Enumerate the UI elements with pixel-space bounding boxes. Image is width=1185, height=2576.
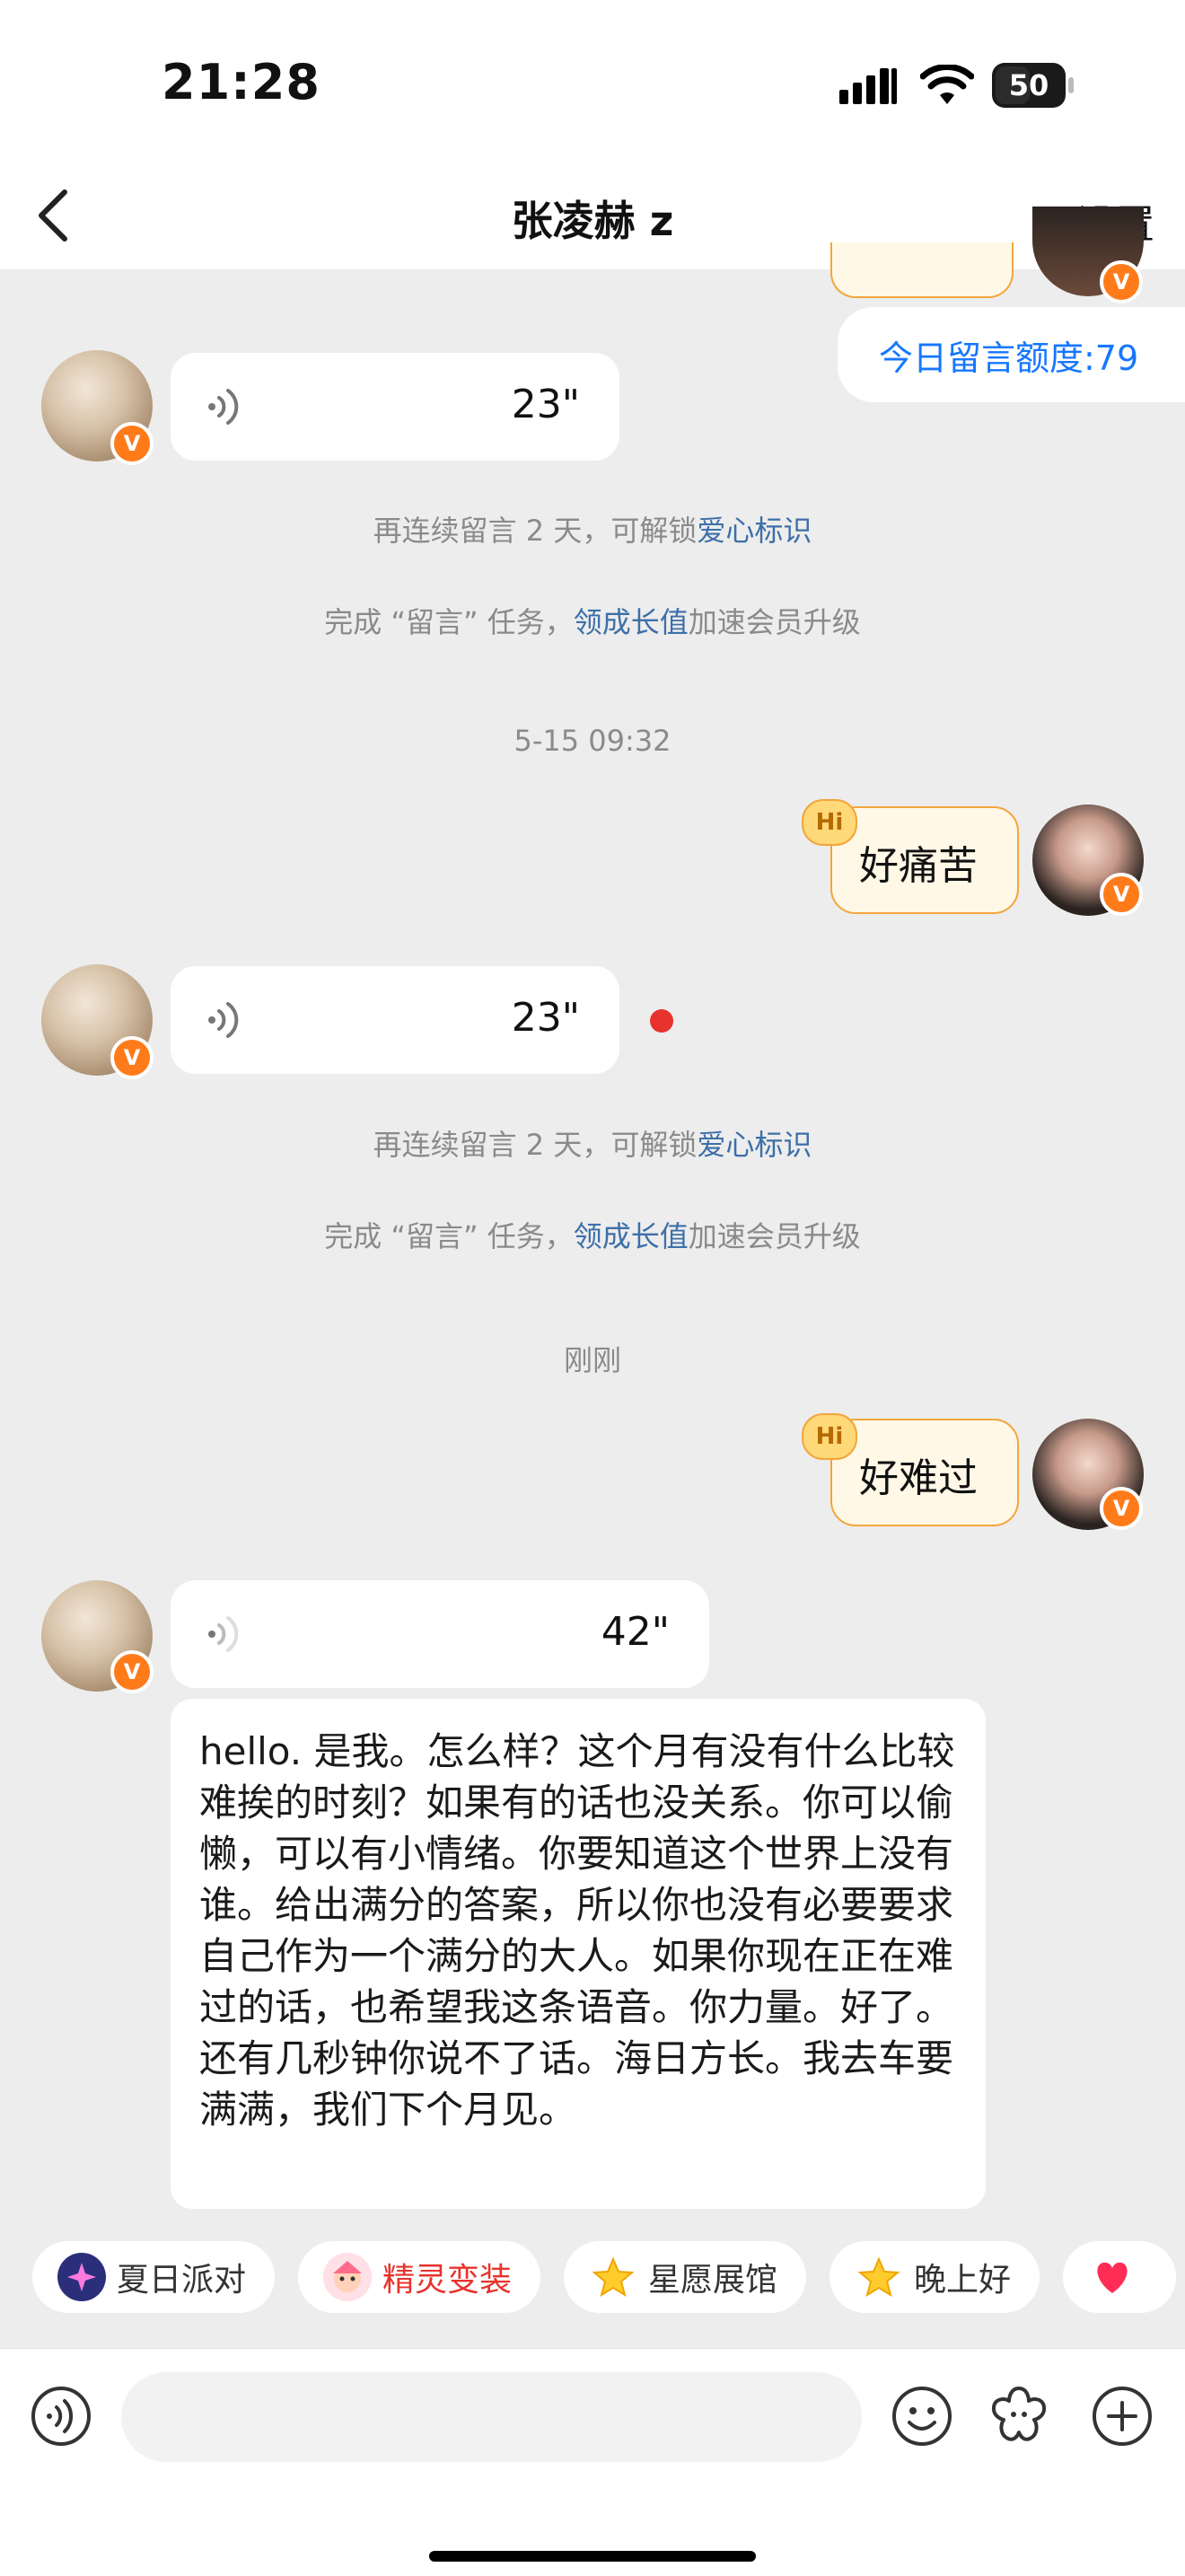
message-input[interactable] (121, 2372, 862, 2462)
unlock-heart-link[interactable]: 爱心标识 (697, 514, 812, 548)
unlock-heart-link[interactable]: 爱心标识 (697, 1128, 812, 1162)
chip-label: 精灵变装 (382, 2262, 513, 2299)
system-notice-text: 完成 “留言” 任务， (324, 1219, 574, 1253)
verified-badge-icon: V (1100, 873, 1143, 916)
sent-message-text: 好痛苦 (859, 843, 978, 889)
quota-pill: 今日留言额度:79 (838, 307, 1185, 402)
battery-cap (1068, 77, 1074, 93)
voice-message-bubble[interactable]: 23" (171, 353, 619, 461)
system-notice-text: 再连续留言 2 天，可解锁 (373, 1128, 698, 1162)
chip-good-evening[interactable]: 晚上好 (830, 2241, 1040, 2313)
input-bar (0, 2348, 1185, 2576)
battery-level: 50 (1008, 68, 1049, 102)
message-timestamp: 刚刚 (563, 1343, 621, 1377)
voice-wave-icon (208, 1616, 239, 1652)
system-notice: 完成 “留言” 任务，领成长值加速会员升级 (0, 600, 1185, 641)
star-icon (855, 2253, 903, 2301)
star-icon (589, 2253, 637, 2301)
system-notice: 再连续留言 2 天，可解锁爱心标识 (0, 1122, 1185, 1164)
chip-heart[interactable] (1063, 2241, 1177, 2313)
battery-icon: 50 (992, 63, 1066, 108)
system-notice-text: 完成 “留言” 任务， (324, 605, 574, 639)
message-timestamp: 5-15 09:32 (514, 724, 672, 758)
status-time: 21:28 (162, 54, 320, 110)
chat-title: 张凌赫 z (511, 197, 674, 245)
voice-wave-icon (208, 389, 239, 425)
wifi-icon (920, 65, 974, 104)
cellular-signal-icon (839, 68, 897, 104)
voice-transcript-text: hello. 是我。怎么样？这个月有没有什么比较难挨的时刻？如果有的话也没关系。… (199, 1729, 955, 2132)
add-icon[interactable] (1091, 2385, 1154, 2448)
verified-badge-icon: V (110, 1036, 154, 1079)
sent-message-bubble[interactable]: 好痛苦 (830, 806, 1019, 914)
status-bar: 21:28 50 (0, 0, 1185, 162)
voice-duration: 42" (601, 1609, 670, 1655)
unread-dot (650, 1009, 673, 1033)
voice-duration: 23" (511, 995, 580, 1041)
hi-badge: Hi (802, 1413, 857, 1460)
system-notice: 完成 “留言” 任务，领成长值加速会员升级 (0, 1214, 1185, 1255)
heart-icon (1088, 2253, 1137, 2301)
chip-label: 晚上好 (914, 2262, 1012, 2299)
voice-transcript-bubble[interactable]: hello. 是我。怎么样？这个月有没有什么比较难挨的时刻？如果有的话也没关系。… (171, 1699, 986, 2209)
verified-badge-icon: V (1100, 1487, 1143, 1530)
chip-label: 夏日派对 (117, 2262, 247, 2299)
growth-value-link[interactable]: 领成长值 (574, 1219, 689, 1253)
home-indicator (429, 2551, 756, 2562)
verified-badge-icon: V (110, 422, 154, 465)
system-notice-text: 加速会员升级 (688, 605, 861, 639)
system-notice: 再连续留言 2 天，可解锁爱心标识 (0, 508, 1185, 549)
voice-duration: 23" (511, 382, 580, 427)
chip-elf-costume[interactable]: 精灵变装 (298, 2241, 541, 2313)
growth-value-link[interactable]: 领成长值 (574, 605, 689, 639)
quota-text: 今日留言额度:79 (879, 338, 1139, 378)
sent-message-text: 好难过 (859, 1455, 978, 1501)
emoji-icon[interactable] (891, 2385, 953, 2448)
verified-badge-icon: V (1100, 260, 1143, 303)
system-notice-text: 加速会员升级 (688, 1219, 861, 1253)
verified-badge-icon: V (110, 1650, 154, 1693)
sticker-flower-icon[interactable] (988, 2383, 1050, 2446)
chip-label: 星愿展馆 (648, 2262, 778, 2299)
previous-sent-bubble (830, 242, 1014, 298)
voice-message-bubble[interactable]: 42" (171, 1580, 709, 1688)
voice-message-bubble[interactable]: 23" (171, 966, 619, 1074)
sent-message-bubble[interactable]: 好难过 (830, 1419, 1019, 1526)
system-notice-text: 再连续留言 2 天，可解锁 (373, 514, 698, 548)
chip-star-wish[interactable]: 星愿展馆 (564, 2241, 807, 2313)
elf-face-icon (323, 2253, 373, 2301)
sparkle-star-icon (57, 2253, 106, 2301)
voice-input-icon[interactable] (30, 2385, 92, 2448)
quick-chip-row: 夏日派对 精灵变装 星愿展馆 晚上好 (32, 2241, 1185, 2313)
chip-summer-party[interactable]: 夏日派对 (32, 2241, 276, 2313)
hi-badge: Hi (802, 799, 857, 846)
voice-wave-icon (208, 1002, 239, 1038)
